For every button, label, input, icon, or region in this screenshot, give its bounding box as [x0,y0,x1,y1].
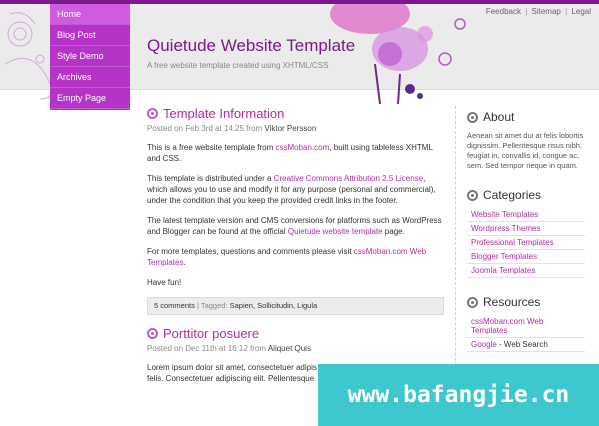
about-heading: About [467,110,585,124]
post-title-text[interactable]: Template Information [163,106,284,121]
watermark-banner: www.bafangjie.cn [318,364,599,426]
nav-archives[interactable]: Archives [50,67,130,88]
post-author: Aliquet Quis [267,344,311,353]
comments-link[interactable]: 5 comments [154,301,195,310]
bullet-icon [147,328,158,339]
feedback-link[interactable]: Feedback [486,7,521,16]
main-content: Template Information Posted on Feb 3rd a… [147,106,444,384]
post-meta: Posted on Dec 11th at 16:12 from Aliquet… [147,344,311,353]
post-paragraph: This is a free website template from css… [147,143,433,163]
resources-list: cssMoban.com Web Templates Google - Web … [467,315,585,352]
resource-link[interactable]: cssMoban.com Web Templates [467,315,585,338]
sidebar: About Aenean sit amet dui at felis lobor… [467,110,585,352]
category-link[interactable]: Joomla Templates [467,264,585,278]
resources-heading: Resources [467,295,585,309]
post-title-text[interactable]: Porttitor posuere [163,326,259,341]
bullet-icon [467,296,478,308]
post-paragraph: The latest template version and CMS conv… [147,216,442,236]
nav-home[interactable]: Home [50,4,130,25]
about-text: Aenean sit amet dui at felis lobortis di… [467,131,584,170]
site-title[interactable]: Quietude Website Template [147,36,355,56]
post-paragraph: Have fun! [147,278,182,287]
post-footer: 5 comments | Tagged: Sapien, Sollicitudi… [147,297,444,315]
categories-heading: Categories [467,188,585,202]
site-subtitle: A free website template created using XH… [147,61,329,70]
post-meta: Posted on Feb 3rd at 14:25 from Viktor P… [147,124,317,133]
post-paragraph: For more templates, questions and commen… [147,247,427,267]
category-link[interactable]: Website Templates [467,208,585,222]
category-link[interactable]: Wordpress Themes [467,222,585,236]
category-link[interactable]: Professional Templates [467,236,585,250]
nav-empty-page[interactable]: Empty Page [50,88,130,109]
nav-blog-post[interactable]: Blog Post [50,25,130,46]
cssmoban-link[interactable]: cssMoban.com [276,143,330,152]
google-link[interactable]: Google [471,340,497,349]
main-nav: Home Blog Post Style Demo Archives Empty… [50,4,130,110]
category-link[interactable]: Blogger Templates [467,250,585,264]
tags[interactable]: Sapien, Sollicitudin, Ligula [230,301,318,310]
post-title[interactable]: Porttitor posuere [147,326,444,341]
post-title[interactable]: Template Information [147,106,444,121]
sitemap-link[interactable]: Sitemap [532,7,561,16]
legal-link[interactable]: Legal [571,7,591,16]
watermark-text: www.bafangjie.cn [347,382,570,408]
bullet-icon [467,189,478,201]
top-links: Feedback | Sitemap | Legal [485,7,591,16]
bullet-icon [467,111,478,123]
resource-item: Google - Web Search [467,338,585,352]
quietude-link[interactable]: Quietude website template [288,227,383,236]
post-author: Viktor Persson [264,124,317,133]
nav-style-demo[interactable]: Style Demo [50,46,130,67]
license-link[interactable]: Creative Commons Attribution 2.5 License [274,174,423,183]
post-paragraph: This template is distributed under a Cre… [147,174,436,205]
bullet-icon [147,108,158,119]
categories-list: Website Templates Wordpress Themes Profe… [467,208,585,278]
